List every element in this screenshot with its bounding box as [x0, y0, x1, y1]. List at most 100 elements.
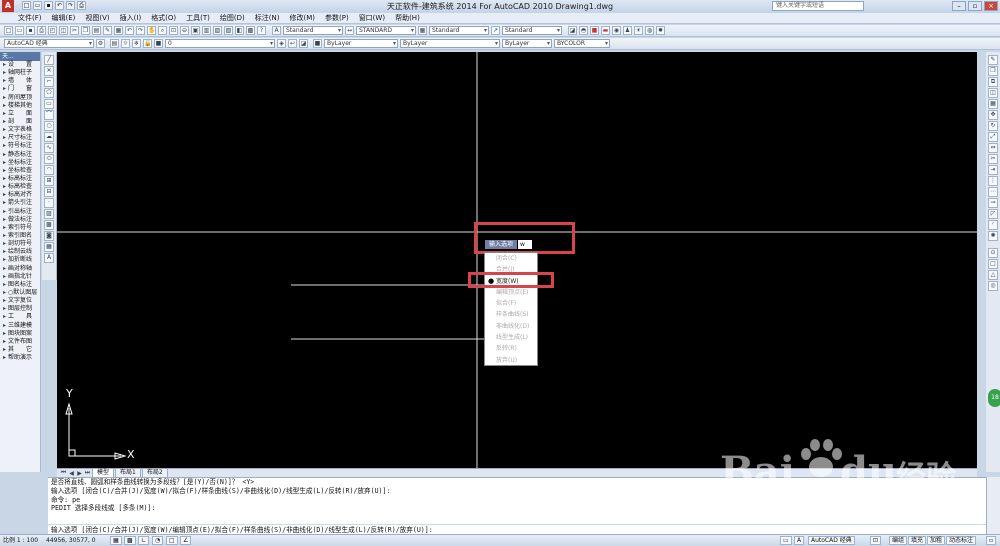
make-current-icon[interactable]: ◈	[277, 39, 286, 48]
region-icon[interactable]: ◙	[44, 231, 54, 241]
workspace-switch[interactable]: AutoCAD 经典	[808, 536, 855, 545]
sun-icon[interactable]: ✹	[656, 26, 665, 35]
menu-help[interactable]: 帮助(H)	[395, 13, 420, 23]
block-editor-icon[interactable]: ▦	[114, 26, 123, 35]
plotstyle-select[interactable]: BYCOLOR	[554, 39, 610, 48]
multileader-style-select[interactable]: Standard	[502, 26, 562, 35]
scale-readout[interactable]: 比例 1 : 100	[3, 535, 38, 546]
search-input[interactable]: 键入关键字或短语	[772, 1, 864, 11]
panel-item[interactable]: ▸ 做法标注	[0, 216, 40, 224]
osnap-center-icon[interactable]: ◎	[988, 281, 998, 291]
panel-item[interactable]: ▸ 图层控制	[0, 305, 40, 313]
camera-icon[interactable]: ◉	[612, 26, 621, 35]
cut-icon[interactable]: ✂	[70, 26, 79, 35]
layer-select[interactable]: 0	[165, 39, 275, 48]
menu-tools[interactable]: 工具(T)	[186, 13, 210, 23]
line-icon[interactable]: ╱	[44, 55, 54, 65]
trim-icon[interactable]: ✂	[988, 154, 998, 164]
save-icon[interactable]: ▪	[26, 26, 35, 35]
panel-item[interactable]: ▸ 立 面	[0, 110, 40, 118]
undo-icon[interactable]: ↶	[125, 26, 134, 35]
workspace-select[interactable]: AutoCAD 经典	[4, 39, 94, 48]
close-icon[interactable]: ×	[984, 1, 998, 11]
fullscreen-icon[interactable]: ▫	[986, 536, 997, 545]
table-icon[interactable]: ▦	[44, 242, 54, 252]
layer-manager-icon[interactable]: ▤	[110, 39, 119, 48]
gradient-icon[interactable]: ▩	[44, 220, 54, 230]
osnap-toggle[interactable]: □	[166, 536, 178, 545]
layer-color-icon[interactable]: ■	[154, 39, 163, 48]
publish-icon[interactable]: ◫	[59, 26, 68, 35]
multiline-text-icon[interactable]: A	[44, 253, 54, 263]
move-icon[interactable]: ✥	[988, 110, 998, 120]
panel-item[interactable]: ▸ 其 它	[0, 346, 40, 354]
sheet-set-icon[interactable]: ▨	[224, 26, 233, 35]
tab-first-icon[interactable]: ⏮	[60, 469, 67, 477]
arc-icon[interactable]: ⌒	[44, 110, 54, 120]
option-close[interactable]: 闭合(C)	[485, 253, 537, 264]
revision-cloud-icon[interactable]: ☁	[44, 132, 54, 142]
text-style-icon[interactable]: A	[272, 26, 281, 35]
command-input[interactable]: 输入选项 [闭合(C)/合并(J)/宽度(W)/编辑顶点(E)/拟合(F)/样条…	[48, 524, 986, 534]
light-icon[interactable]: ☀	[634, 26, 643, 35]
help-icon[interactable]: ?	[257, 26, 266, 35]
lineweight-select[interactable]: ByLayer	[502, 39, 552, 48]
osnap-endpoint-icon[interactable]: □	[988, 259, 998, 269]
panel-item[interactable]: ▸ 房间屋顶	[0, 94, 40, 102]
linetype-select[interactable]: ByLayer	[400, 39, 500, 48]
tab-prev-icon[interactable]: ◀	[68, 470, 75, 477]
print-icon[interactable]: ⎙	[37, 26, 46, 35]
layer-state-icon[interactable]: ◪	[299, 39, 308, 48]
panel-item[interactable]: ▸ 三维建模	[0, 322, 40, 330]
layer-lock-icon[interactable]: 🔓	[143, 39, 152, 48]
design-center-icon[interactable]: ▥	[202, 26, 211, 35]
option-decurve[interactable]: 非曲线化(D)	[485, 321, 537, 332]
text-style-select[interactable]: Standard	[283, 26, 343, 35]
panel-item[interactable]: ▸ 楼梯其他	[0, 102, 40, 110]
open-icon[interactable]: ▭	[15, 26, 24, 35]
insert-block-icon[interactable]: ⊞	[44, 176, 54, 186]
paste-icon[interactable]: ▤	[92, 26, 101, 35]
offset-icon[interactable]: ◫	[988, 88, 998, 98]
polyline-icon[interactable]: ⌐	[44, 77, 54, 87]
truck-icon[interactable]: ■	[590, 26, 599, 35]
chamfer-icon[interactable]: ◸	[988, 209, 998, 219]
material-icon[interactable]: ◍	[645, 26, 654, 35]
fill-button[interactable]: 填充	[908, 536, 927, 545]
panel-item[interactable]: ▸ 剖切符号	[0, 240, 40, 248]
polygon-icon[interactable]: ⬠	[44, 88, 54, 98]
menu-insert[interactable]: 插入(I)	[120, 13, 142, 23]
command-scrollbar[interactable]	[986, 477, 1000, 534]
make-block-icon[interactable]: ⊟	[44, 187, 54, 197]
layer-tool-icon[interactable]: ◪	[568, 26, 577, 35]
match-properties-icon[interactable]: ✎	[103, 26, 112, 35]
preview-icon[interactable]: ◰	[48, 26, 57, 35]
zoom-window-icon[interactable]: ⊡	[169, 26, 178, 35]
array-icon[interactable]: ▦	[988, 99, 998, 109]
panel-item[interactable]: ▸ 加折断线	[0, 256, 40, 264]
dynamic-dim-button[interactable]: 动态标注	[946, 536, 977, 545]
table-style-icon[interactable]: ▦	[418, 26, 427, 35]
ellipse-icon[interactable]: ⬭	[44, 154, 54, 164]
render-icon[interactable]: ◓	[579, 26, 588, 35]
menu-window[interactable]: 窗口(W)	[359, 13, 385, 23]
copy-object-icon[interactable]: ❐	[988, 66, 998, 76]
panel-item[interactable]: ▸ 坐标标注	[0, 159, 40, 167]
annotation-scale-icon[interactable]: A	[794, 536, 805, 545]
redo-icon[interactable]: ↷	[136, 26, 145, 35]
group-button[interactable]: 编组	[889, 536, 908, 545]
otrack-toggle[interactable]: ∠	[180, 536, 192, 545]
ortho-toggle[interactable]: ∟	[138, 536, 150, 545]
ellipse-arc-icon[interactable]: ◠	[44, 165, 54, 175]
menu-draw[interactable]: 绘图(D)	[220, 13, 245, 23]
panel-item[interactable]: ▸ 工 具	[0, 313, 40, 321]
color-icon[interactable]: ■	[313, 39, 322, 48]
markup-icon[interactable]: ◧	[235, 26, 244, 35]
menu-view[interactable]: 视图(V)	[85, 13, 109, 23]
spline-icon[interactable]: ∿	[44, 143, 54, 153]
panel-item[interactable]: ▸ 门 窗	[0, 85, 40, 93]
layer-on-icon[interactable]: ☼	[121, 39, 130, 48]
panel-item[interactable]: ▸ 文字复位	[0, 297, 40, 305]
walk-icon[interactable]: ♟	[623, 26, 632, 35]
layer-previous-icon[interactable]: ↩	[288, 39, 297, 48]
